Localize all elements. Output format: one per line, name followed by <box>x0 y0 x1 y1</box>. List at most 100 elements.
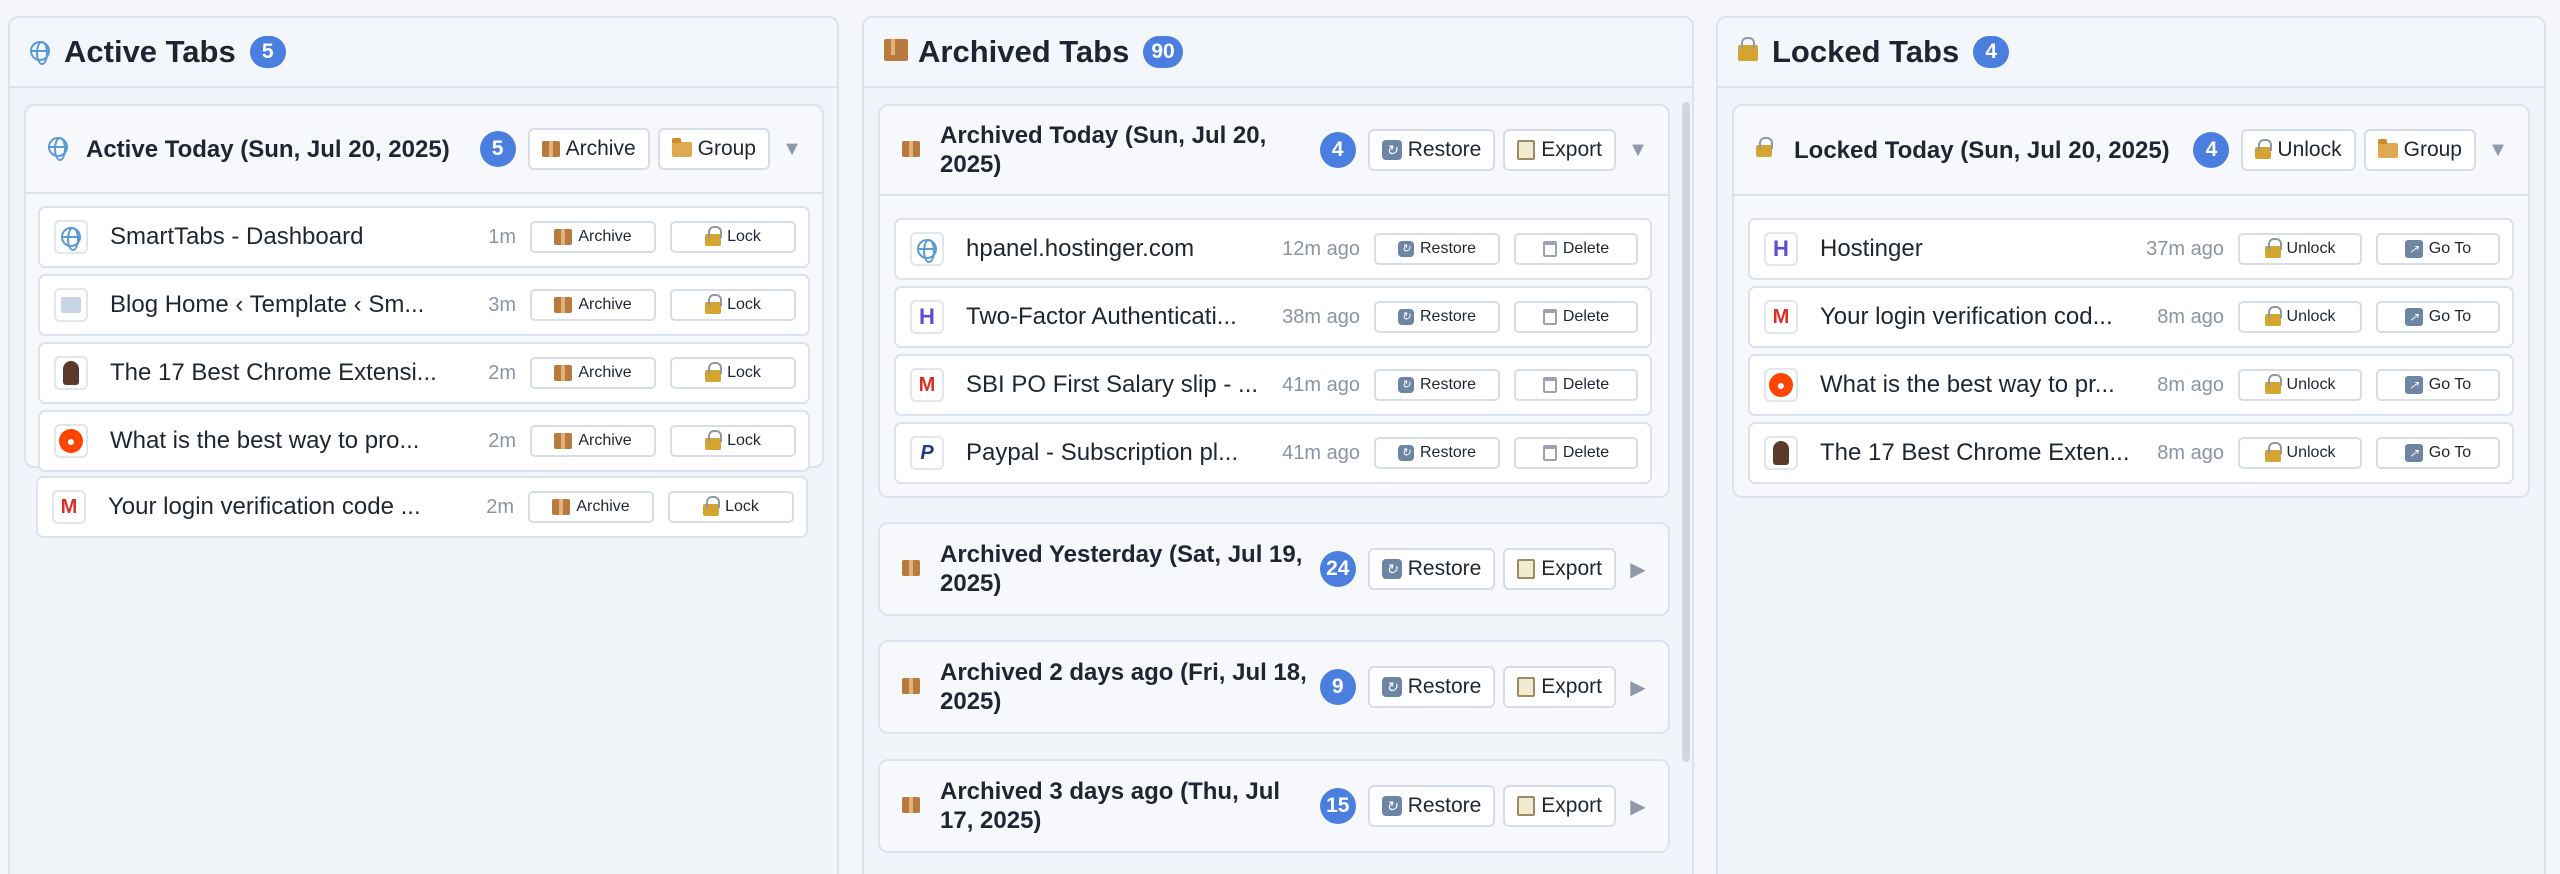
tab-row[interactable]: M SBI PO First Salary slip - ... 41m ago… <box>894 354 1652 416</box>
expand-chevron-icon[interactable]: ▶ <box>1620 675 1656 700</box>
collapse-chevron-icon[interactable]: ▼ <box>1620 139 1656 162</box>
lock-icon <box>705 226 723 246</box>
globe-icon <box>48 137 86 161</box>
goto-tab-button[interactable]: ↗ Go To <box>2376 369 2500 401</box>
group-header[interactable]: Active Today (Sun, Jul 20, 2025) 5 Archi… <box>26 106 822 194</box>
group-title: Archived Today (Sun, Jul 20, 2025) <box>940 122 1267 178</box>
lock-tab-button[interactable]: Lock <box>670 221 796 253</box>
export-group-button[interactable]: Export <box>1503 666 1616 708</box>
expand-chevron-icon[interactable]: ▶ <box>1620 794 1656 819</box>
export-group-button[interactable]: Export <box>1503 129 1616 171</box>
export-group-button[interactable]: Export <box>1503 785 1616 827</box>
export-icon <box>1517 796 1536 816</box>
group-tabs-button[interactable]: Group <box>657 128 770 170</box>
restore-icon: ↻ <box>1381 140 1402 160</box>
restore-group-button[interactable]: ↻ Restore <box>1367 666 1496 708</box>
globe-icon <box>30 39 64 65</box>
lock-icon <box>2264 374 2282 394</box>
restore-icon: ↻ <box>1381 796 1402 816</box>
delete-tab-button[interactable]: Delete <box>1514 369 1638 401</box>
group-count-badge: 9 <box>1319 669 1356 705</box>
archived-2-days-ago-group: Archived 2 days ago (Fri, Jul 18, 2025) … <box>878 640 1670 734</box>
archived-scrollbar[interactable] <box>1682 102 1690 762</box>
lock-tab-button[interactable]: Lock <box>670 289 796 321</box>
tab-row[interactable]: hpanel.hostinger.com 12m ago ↻ Restore De… <box>894 218 1652 280</box>
tab-row[interactable]: M Your login verification cod... 8m ago … <box>1748 286 2514 348</box>
restore-icon: ↻ <box>1397 241 1414 257</box>
delete-tab-button[interactable]: Delete <box>1514 233 1638 265</box>
gmail-icon: M <box>910 368 944 402</box>
box-icon <box>884 39 918 65</box>
group-header[interactable]: Archived Yesterday (Sat, Jul 19, 2025) 2… <box>880 524 1668 614</box>
group-header[interactable]: Archived 3 days ago (Thu, Jul 17, 2025) … <box>880 761 1668 851</box>
archive-tab-button[interactable]: Archive <box>530 221 656 253</box>
tab-row[interactable]: The 17 Best Chrome Extensi... 2m Archive… <box>38 342 810 404</box>
restore-group-button[interactable]: ↻ Restore <box>1367 548 1496 590</box>
box-icon <box>552 499 571 515</box>
tab-title: hpanel.hostinger.com <box>966 235 1195 262</box>
tab-row[interactable]: The 17 Best Chrome Exten... 8m ago Unloc… <box>1748 422 2514 484</box>
restore-tab-button[interactable]: ↻ Restore <box>1374 369 1500 401</box>
restore-group-button[interactable]: ↻ Restore <box>1367 785 1496 827</box>
archive-group-button[interactable]: Archive <box>527 128 650 170</box>
tab-title: Paypal - Subscription pl... <box>966 439 1239 466</box>
tab-row[interactable]: H Two-Factor Authenticati... 38m ago ↻ Re… <box>894 286 1652 348</box>
tab-time: 8m ago <box>2157 441 2224 464</box>
goto-tab-button[interactable]: ↗ Go To <box>2376 437 2500 469</box>
globe-icon <box>54 220 88 254</box>
group-header[interactable]: Archived Today (Sun, Jul 20, 2025) 4 ↻ Re… <box>880 106 1668 196</box>
goto-tab-button[interactable]: ↗ Go To <box>2376 301 2500 333</box>
lock-tab-button[interactable]: Lock <box>668 491 794 523</box>
group-header[interactable]: Locked Today (Sun, Jul 20, 2025) 4 Unloc… <box>1734 106 2528 196</box>
unlock-tab-button[interactable]: Unlock <box>2238 369 2362 401</box>
tab-title: The 17 Best Chrome Exten... <box>1820 439 2130 466</box>
lock-tab-button[interactable]: Lock <box>670 425 796 457</box>
tab-row[interactable]: H Hostinger 37m ago Unlock ↗ Go To <box>1748 218 2514 280</box>
restore-tab-button[interactable]: ↻ Restore <box>1374 437 1500 469</box>
tab-time: 41m ago <box>1282 373 1360 396</box>
group-count-badge: 24 <box>1319 551 1356 587</box>
unlock-tab-button[interactable]: Unlock <box>2238 437 2362 469</box>
restore-tab-button[interactable]: ↻ Restore <box>1374 301 1500 333</box>
export-group-button[interactable]: Export <box>1503 548 1616 590</box>
tab-row[interactable]: SmartTabs - Dashboard 1m Archive Lock <box>38 206 810 268</box>
restore-tab-button[interactable]: ↻ Restore <box>1374 233 1500 265</box>
delete-tab-button[interactable]: Delete <box>1514 437 1638 469</box>
unlock-group-button[interactable]: Unlock <box>2241 129 2356 171</box>
collapse-chevron-icon[interactable]: ▼ <box>774 138 810 161</box>
group-title: Archived Yesterday (Sat, Jul 19, 2025) <box>940 541 1303 597</box>
group-tabs-button[interactable]: Group <box>2363 129 2476 171</box>
archive-tab-button[interactable]: Archive <box>530 425 656 457</box>
collapse-chevron-icon[interactable]: ▼ <box>2480 139 2516 162</box>
group-title: Archived 2 days ago (Fri, Jul 18, 2025) <box>940 659 1307 715</box>
tab-time: 8m ago <box>2157 305 2224 328</box>
unlock-tab-button[interactable]: Unlock <box>2238 301 2362 333</box>
box-icon <box>902 559 940 580</box>
tab-title: Your login verification code ... <box>108 493 421 520</box>
tab-row[interactable]: Blog Home ‹ Template ‹ Sm... 3m Archive … <box>38 274 810 336</box>
lock-icon <box>703 496 721 516</box>
goto-tab-button[interactable]: ↗ Go To <box>2376 233 2500 265</box>
archived-3-days-ago-group: Archived 3 days ago (Thu, Jul 17, 2025) … <box>878 759 1670 853</box>
unlock-tab-button[interactable]: Unlock <box>2238 233 2362 265</box>
tab-time: 12m ago <box>1282 237 1360 260</box>
archive-tab-button[interactable]: Archive <box>530 357 656 389</box>
archive-tab-button[interactable]: Archive <box>528 491 654 523</box>
restore-group-button[interactable]: ↻ Restore <box>1367 129 1496 171</box>
tab-row[interactable]: M Your login verification code ... 2m Ar… <box>36 476 808 538</box>
restore-icon: ↻ <box>1397 309 1414 325</box>
lock-icon <box>1738 37 1772 65</box>
tab-row[interactable]: P Paypal - Subscription pl... 41m ago ↻ R… <box>894 422 1652 484</box>
archive-tab-button[interactable]: Archive <box>530 289 656 321</box>
delete-tab-button[interactable]: Delete <box>1514 301 1638 333</box>
expand-chevron-icon[interactable]: ▶ <box>1620 557 1656 582</box>
box-icon <box>541 141 560 157</box>
lock-icon <box>2264 238 2282 258</box>
tab-row[interactable]: ● What is the best way to pr... 8m ago U… <box>1748 354 2514 416</box>
globe-icon <box>910 232 944 266</box>
tab-row[interactable]: ● What is the best way to pro... 2m Arch… <box>38 410 810 472</box>
goto-arrow-icon: ↗ <box>2404 240 2423 258</box>
group-header[interactable]: Archived 2 days ago (Fri, Jul 18, 2025) … <box>880 642 1668 732</box>
lock-tab-button[interactable]: Lock <box>670 357 796 389</box>
archived-yesterday-group: Archived Yesterday (Sat, Jul 19, 2025) 2… <box>878 522 1670 616</box>
